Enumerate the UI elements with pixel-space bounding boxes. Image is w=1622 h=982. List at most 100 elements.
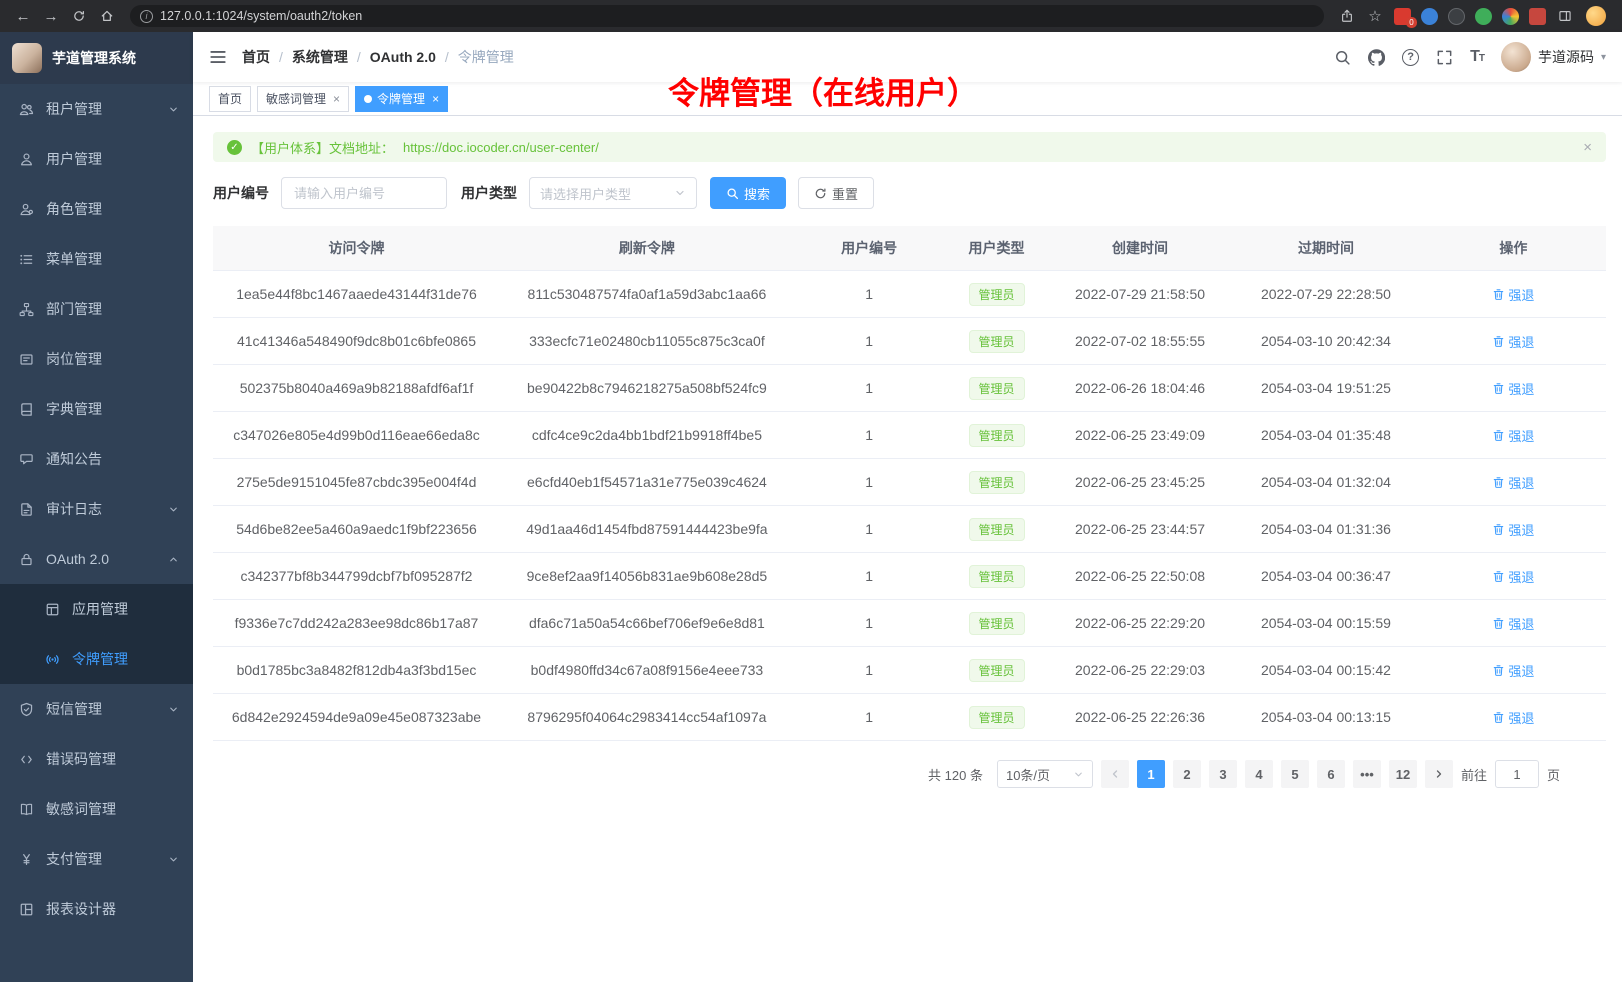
main-area: 首页 / 系统管理 / OAuth 2.0 / 令牌管理 ? <box>193 32 1622 982</box>
breadcrumb-home[interactable]: 首页 <box>242 47 270 67</box>
sidebar-item-role[interactable]: 角色管理 <box>0 184 193 234</box>
browser-back-button[interactable]: ← <box>10 4 36 28</box>
sidebar-item-error-code[interactable]: 错误码管理 <box>0 734 193 784</box>
extension-icon-colorful[interactable] <box>1502 8 1519 25</box>
sidebar-item-menu[interactable]: 菜单管理 <box>0 234 193 284</box>
force-logout-label: 强退 <box>1508 379 1534 398</box>
browser-home-button[interactable] <box>94 4 120 28</box>
sidebar-item-sms[interactable]: 短信管理 <box>0 684 193 734</box>
force-logout-button[interactable]: 强退 <box>1492 285 1534 304</box>
cell-create-time: 2022-07-02 18:55:55 <box>1049 318 1231 365</box>
alert-close-icon[interactable]: × <box>1583 140 1592 155</box>
bookmark-star-icon[interactable]: ☆ <box>1362 4 1388 28</box>
prev-page-button[interactable] <box>1101 760 1129 788</box>
font-size-icon[interactable]: TT <box>1470 48 1484 66</box>
sidebar-item-oauth[interactable]: OAuth 2.0 <box>0 534 193 584</box>
extension-icon-blue[interactable] <box>1421 8 1438 25</box>
app-logo[interactable]: 芋道管理系统 <box>0 32 193 84</box>
cell-user-type: 管理员 <box>944 553 1048 600</box>
logo-avatar <box>12 43 42 73</box>
force-logout-button[interactable]: 强退 <box>1492 332 1534 351</box>
force-logout-label: 强退 <box>1508 567 1534 586</box>
sidebar-item-audit-log[interactable]: 审计日志 <box>0 484 193 534</box>
sidebar-item-payment[interactable]: 支付管理 <box>0 834 193 884</box>
extension-icon-dark[interactable] <box>1448 8 1465 25</box>
cell-refresh-token: 9ce8ef2aa9f14056b831ae9b608e28d5 <box>500 553 794 600</box>
force-logout-button[interactable]: 强退 <box>1492 473 1534 492</box>
sidebar-item-sensitive-words[interactable]: 敏感词管理 <box>0 784 193 834</box>
user-type-select[interactable]: 请选择用户类型 <box>529 177 697 209</box>
sidebar-item-token-management[interactable]: 令牌管理 <box>0 634 193 684</box>
breadcrumb-system[interactable]: 系统管理 <box>292 47 348 67</box>
user-type-label: 用户类型 <box>461 183 517 203</box>
tab-token-management[interactable]: 令牌管理 × <box>355 86 448 112</box>
browser-address-bar[interactable]: i 127.0.0.1:1024/system/oauth2/token <box>130 5 1324 27</box>
share-icon[interactable] <box>1334 4 1360 28</box>
app-window: 芋道管理系统 租户管理 用户管理 角色管理 菜单 <box>0 32 1622 982</box>
split-view-icon[interactable] <box>1552 4 1578 28</box>
goto-page-input[interactable] <box>1495 760 1539 788</box>
page-button-6[interactable]: 6 <box>1317 760 1345 788</box>
cell-actions: 强退 <box>1421 412 1606 459</box>
sidebar-item-tenant[interactable]: 租户管理 <box>0 84 193 134</box>
close-icon[interactable]: × <box>432 93 439 105</box>
page-button-5[interactable]: 5 <box>1281 760 1309 788</box>
help-icon[interactable]: ? <box>1402 49 1419 66</box>
trash-icon <box>1492 476 1505 489</box>
force-logout-button[interactable]: 强退 <box>1492 379 1534 398</box>
token-table: 访问令牌 刷新令牌 用户编号 用户类型 创建时间 过期时间 操作 1ea5e44… <box>213 226 1606 741</box>
chevron-down-icon <box>168 504 179 515</box>
tab-label: 首页 <box>218 90 242 107</box>
sidebar-item-label: OAuth 2.0 <box>46 551 109 567</box>
page-ellipsis[interactable]: ••• <box>1353 760 1381 788</box>
github-icon[interactable] <box>1368 49 1385 66</box>
collapse-sidebar-icon[interactable] <box>209 48 227 66</box>
reset-button[interactable]: 重置 <box>798 177 874 209</box>
page-info-icon[interactable]: i <box>140 10 153 23</box>
close-icon[interactable]: × <box>333 93 340 105</box>
browser-profile-avatar[interactable] <box>1586 6 1606 26</box>
user-id-input[interactable] <box>281 177 447 209</box>
navbar-actions: ? TT 芋道源码 ▾ <box>1334 42 1606 72</box>
page-buttons: 123456•••12 <box>1137 760 1417 788</box>
page-button-3[interactable]: 3 <box>1209 760 1237 788</box>
sidebar-item-user[interactable]: 用户管理 <box>0 134 193 184</box>
tab-home[interactable]: 首页 <box>209 86 251 112</box>
force-logout-button[interactable]: 强退 <box>1492 426 1534 445</box>
breadcrumb-oauth[interactable]: OAuth 2.0 <box>370 49 436 65</box>
sidebar-item-dept[interactable]: 部门管理 <box>0 284 193 334</box>
doc-link[interactable]: https://doc.iocoder.cn/user-center/ <box>403 140 599 155</box>
doc-alert: ✓ 【用户体系】文档地址： https://doc.iocoder.cn/use… <box>213 132 1606 162</box>
shield-icon <box>19 702 34 717</box>
app-title: 芋道管理系统 <box>52 48 136 68</box>
page-button-1[interactable]: 1 <box>1137 760 1165 788</box>
chevron-down-icon <box>168 854 179 865</box>
sidebar-item-dict[interactable]: 字典管理 <box>0 384 193 434</box>
tab-sensitive-words[interactable]: 敏感词管理 × <box>257 86 349 112</box>
next-page-button[interactable] <box>1425 760 1453 788</box>
user-menu[interactable]: 芋道源码 ▾ <box>1501 42 1606 72</box>
search-button[interactable]: 搜索 <box>710 177 786 209</box>
sidebar-item-app-management[interactable]: 应用管理 <box>0 584 193 634</box>
page-size-select[interactable]: 10条/页 <box>997 760 1093 788</box>
sidebar-item-post[interactable]: 岗位管理 <box>0 334 193 384</box>
force-logout-button[interactable]: 强退 <box>1492 661 1534 680</box>
page-button-2[interactable]: 2 <box>1173 760 1201 788</box>
browser-forward-button[interactable]: → <box>38 4 64 28</box>
force-logout-button[interactable]: 强退 <box>1492 567 1534 586</box>
extension-icon-red[interactable]: 0 <box>1390 8 1415 25</box>
extension-icon-green[interactable] <box>1475 8 1492 25</box>
page-button-12[interactable]: 12 <box>1389 760 1417 788</box>
table-row: 1ea5e44f8bc1467aaede43144f31de76 811c530… <box>213 271 1606 318</box>
page-button-4[interactable]: 4 <box>1245 760 1273 788</box>
force-logout-button[interactable]: 强退 <box>1492 614 1534 633</box>
sidebar-item-report-designer[interactable]: 报表设计器 <box>0 884 193 934</box>
search-icon[interactable] <box>1334 49 1351 66</box>
fullscreen-icon[interactable] <box>1436 49 1453 66</box>
force-logout-button[interactable]: 强退 <box>1492 520 1534 539</box>
sidebar-item-notice[interactable]: 通知公告 <box>0 434 193 484</box>
success-check-icon: ✓ <box>227 140 242 155</box>
browser-refresh-button[interactable] <box>66 4 92 28</box>
extension-icon-pin[interactable] <box>1529 8 1546 25</box>
force-logout-button[interactable]: 强退 <box>1492 708 1534 727</box>
